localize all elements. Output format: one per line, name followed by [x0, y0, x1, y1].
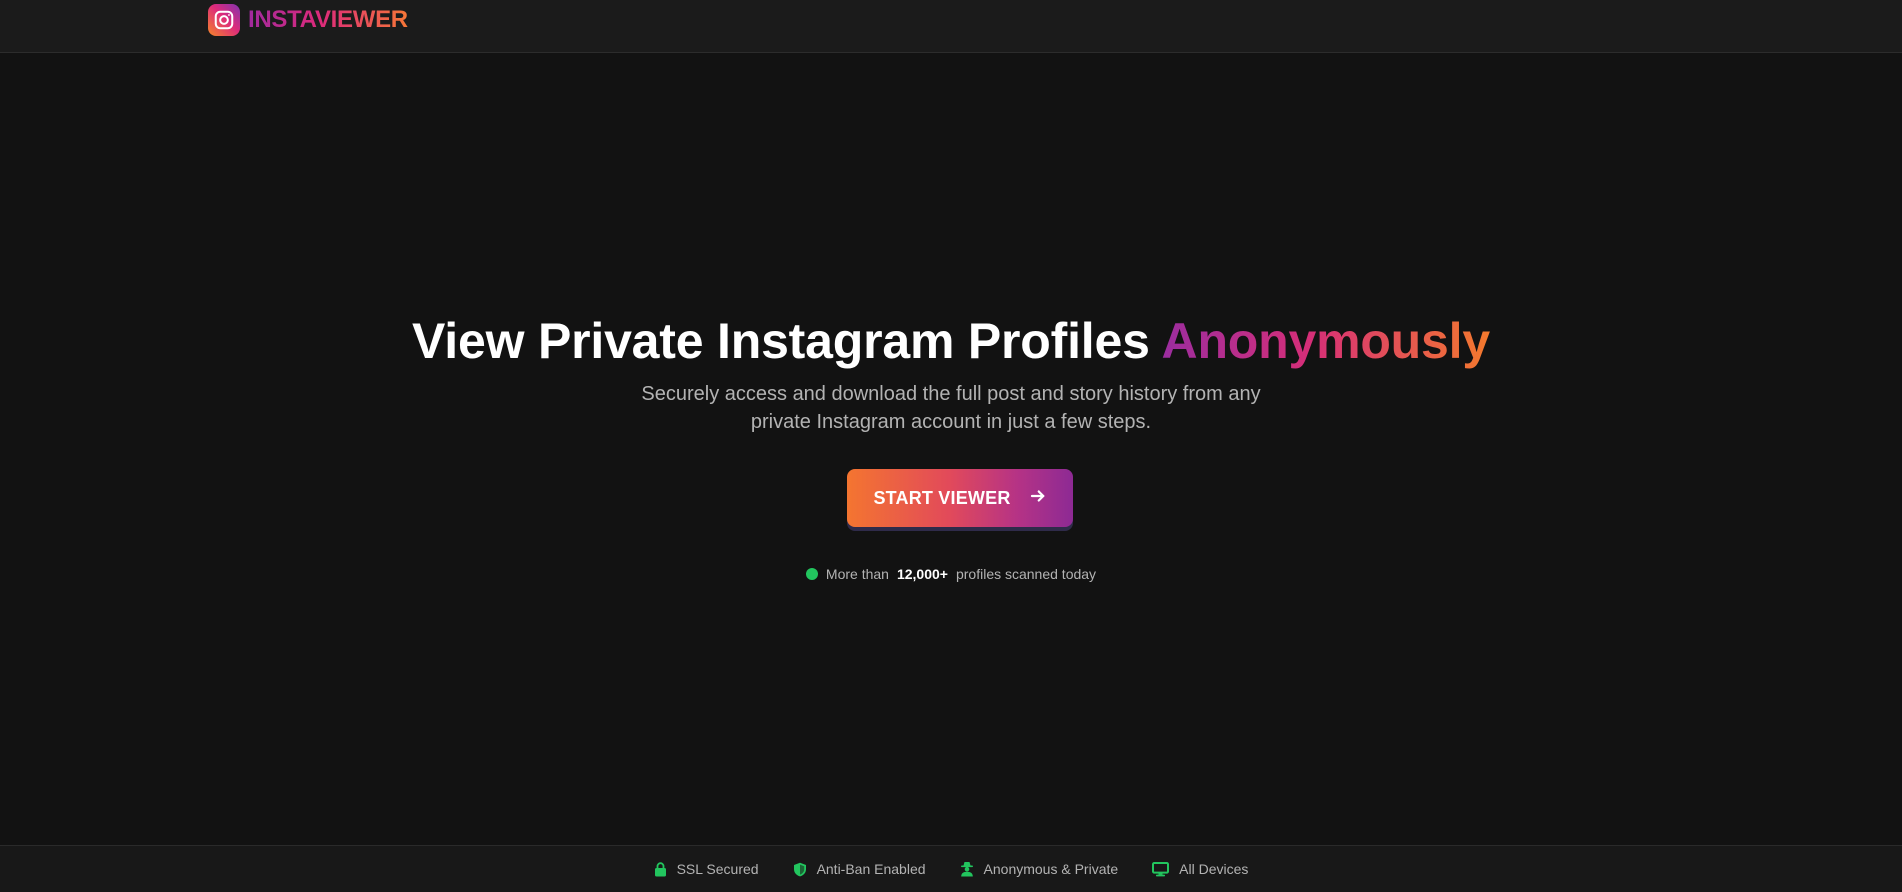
- feature-anonymous-label: Anonymous & Private: [983, 861, 1119, 877]
- hero-subtitle-line-1: Securely access and download the full po…: [641, 383, 1261, 405]
- feature-anti-ban-label: Anti-Ban Enabled: [816, 861, 926, 877]
- brand-logo-link[interactable]: INSTAVIEWER: [208, 4, 408, 36]
- hero-title-accent: Anonymously: [1161, 313, 1491, 369]
- hero-subtitle: Securely access and download the full po…: [0, 380, 1902, 436]
- instagram-icon: [208, 4, 240, 36]
- user-secret-icon: [960, 861, 974, 877]
- hero-title: View Private Instagram Profiles Anonymou…: [0, 312, 1902, 370]
- stats-count: 12,000+: [896, 566, 948, 582]
- shield-icon: [793, 862, 807, 877]
- cta-container: START VIEWER: [847, 469, 1073, 531]
- start-viewer-button[interactable]: START VIEWER: [847, 469, 1073, 527]
- arrow-right-icon: [1029, 487, 1047, 510]
- scan-stats: More than 12,000+ profiles scanned today: [0, 566, 1902, 582]
- stats-prefix: More than: [825, 566, 889, 582]
- start-viewer-label: START VIEWER: [873, 487, 1011, 508]
- top-navbar: INSTAVIEWER: [0, 0, 1902, 53]
- feature-devices-label: All Devices: [1179, 861, 1249, 877]
- hero-title-main: View Private Instagram Profiles: [412, 313, 1162, 369]
- brand-name: INSTAVIEWER: [248, 6, 408, 33]
- trust-footer: SSL Secured Anti-Ban Enabled Anonymous &…: [0, 845, 1902, 892]
- hero-subtitle-line-2: private Instagram account in just a few …: [750, 411, 1152, 433]
- stats-suffix: profiles scanned today: [955, 566, 1097, 582]
- feature-devices: All Devices: [1152, 861, 1248, 877]
- feature-ssl-label: SSL Secured: [676, 861, 759, 877]
- feature-ssl: SSL Secured: [654, 861, 759, 877]
- monitor-icon: [1152, 861, 1170, 877]
- status-dot-icon: [805, 568, 818, 580]
- lock-icon: [654, 861, 667, 877]
- feature-anonymous: Anonymous & Private: [960, 861, 1119, 877]
- feature-anti-ban: Anti-Ban Enabled: [793, 861, 926, 877]
